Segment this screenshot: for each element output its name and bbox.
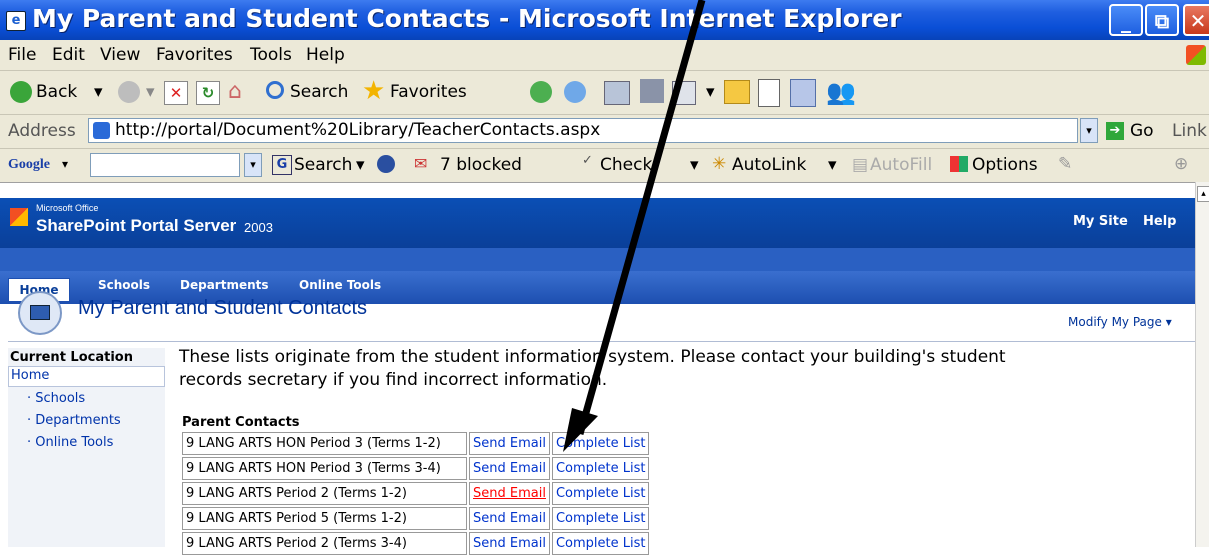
arrow-shaft (576, 0, 706, 435)
annotation-arrow (563, 0, 706, 452)
arrow-head (563, 408, 598, 452)
